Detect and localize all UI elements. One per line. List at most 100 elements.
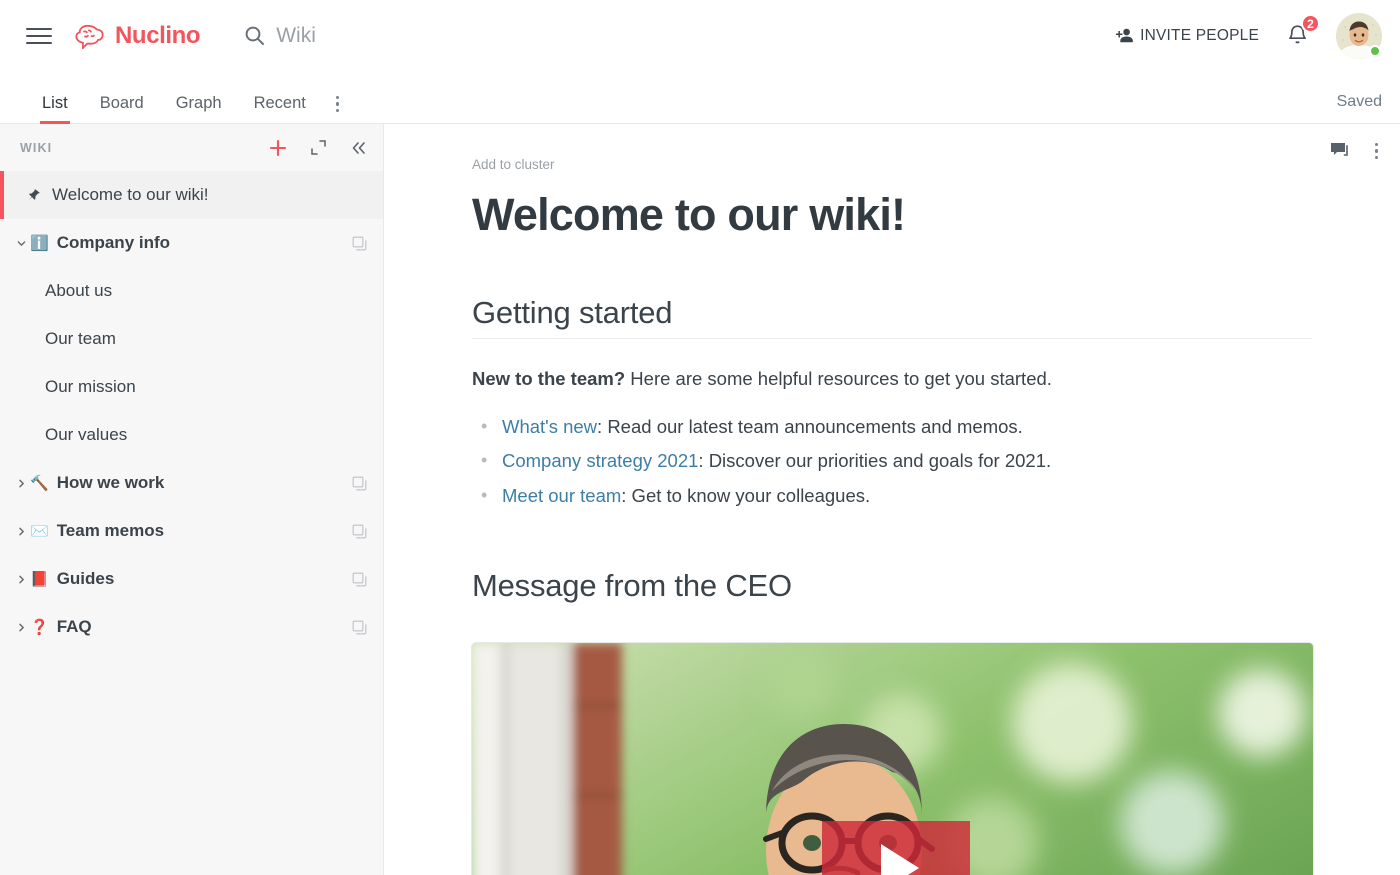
cluster-icon [352, 620, 367, 635]
sidebar-item-label: Our values [45, 425, 128, 444]
tab-board-label: Board [99, 93, 144, 112]
sidebar-item-label: About us [45, 281, 113, 300]
hamburger-bar [26, 34, 52, 37]
sidebar-cluster-label: Team memos [56, 521, 165, 540]
sidebar-item-welcome-to-our-wiki[interactable]: Welcome to our wiki! [0, 171, 383, 219]
top-bar-actions: INVITE PEOPLE 2 [1115, 12, 1382, 59]
hamburger-icon[interactable] [26, 23, 52, 49]
online-status-indicator [1369, 44, 1381, 57]
chevron-right-icon[interactable] [14, 622, 28, 633]
avatar[interactable] [1336, 12, 1382, 59]
brand-logo-link[interactable]: Nuclino [74, 21, 201, 50]
sidebar-cluster-label: How we work [56, 473, 165, 492]
getting-started-intro: New to the team? Here are some helpful r… [472, 365, 1312, 393]
sidebar-cluster-faq[interactable]: ❓ FAQ [0, 603, 383, 651]
sidebar-cluster-label: Guides [56, 569, 115, 588]
tab-list[interactable]: List [26, 93, 84, 124]
chevron-down-icon[interactable] [14, 238, 28, 249]
heading-getting-started: Getting started [472, 295, 1312, 339]
info-emoji-icon: ℹ️ [30, 234, 49, 252]
list-item: Company strategy 2021: Discover our prio… [472, 444, 1312, 478]
sidebar-cluster-how-we-work[interactable]: 🔨 How we work [0, 459, 383, 507]
sidebar: WIKI Welcome to our wiki! ℹ️ Company inf… [0, 124, 384, 875]
view-more-options-button[interactable] [322, 95, 354, 124]
closed-book-emoji-icon: 📕 [30, 570, 49, 588]
sidebar-header: WIKI [0, 124, 383, 171]
brand-name: Nuclino [115, 21, 201, 49]
intro-bold-text: New to the team? [472, 367, 626, 389]
collapse-sidebar-button[interactable] [347, 137, 369, 159]
chevron-right-icon[interactable] [14, 526, 28, 537]
tab-graph[interactable]: Graph [160, 93, 238, 124]
sidebar-item-label: Our mission [45, 377, 136, 396]
add-person-icon [1115, 27, 1134, 44]
link-company-strategy-2021[interactable]: Company strategy 2021 [502, 450, 698, 471]
sidebar-title: WIKI [20, 140, 53, 155]
cluster-icon [352, 524, 367, 539]
cluster-icon [352, 572, 367, 587]
hamburger-bar [26, 27, 52, 30]
comment-icon[interactable] [1330, 142, 1349, 160]
heading-message-from-the-ceo: Message from the CEO [472, 567, 792, 603]
tab-board[interactable]: Board [84, 93, 160, 124]
list-item: Meet our team: Get to know your colleagu… [472, 479, 1312, 513]
sidebar-cluster-label: FAQ [56, 617, 92, 636]
list-item-text: : Read our latest team announcements and… [597, 416, 1023, 438]
question-mark-emoji-icon: ❓ [30, 618, 49, 636]
expand-sidebar-button[interactable] [307, 137, 329, 159]
sidebar-header-actions [267, 137, 369, 159]
workspace: WIKI Welcome to our wiki! ℹ️ Company inf… [0, 124, 1400, 875]
tab-recent[interactable]: Recent [238, 93, 322, 124]
link-whats-new[interactable]: What's new [502, 416, 597, 437]
list-item: What's new: Read our latest team announc… [472, 410, 1312, 444]
document-toolbar [1330, 142, 1378, 160]
document-pane: Add to cluster Welcome to our wiki! Gett… [384, 124, 1400, 875]
save-status: Saved [1336, 93, 1382, 110]
sidebar-cluster-team-memos[interactable]: ✉️ Team memos [0, 507, 383, 555]
more-vertical-icon [335, 95, 340, 112]
top-bar: Nuclino Wiki INVITE PEOPLE 2 [0, 0, 1400, 71]
notification-badge: 2 [1301, 14, 1320, 33]
view-tabs: List Board Graph Recent [26, 93, 354, 124]
search-placeholder: Wiki [276, 23, 316, 47]
play-button-icon[interactable] [822, 820, 970, 875]
hammer-emoji-icon: 🔨 [30, 474, 49, 492]
resources-list: What's new: Read our latest team announc… [472, 410, 1312, 513]
sidebar-item-label: Welcome to our wiki! [52, 185, 209, 204]
hamburger-bar [26, 41, 52, 44]
tab-recent-label: Recent [253, 93, 306, 112]
search-icon [244, 25, 265, 46]
link-meet-our-team[interactable]: Meet our team [502, 485, 621, 506]
sidebar-item-label: Our team [45, 329, 116, 348]
cluster-icon [352, 476, 367, 491]
sidebar-cluster-company-info[interactable]: ℹ️ Company info [0, 219, 383, 267]
sidebar-cluster-label: Company info [56, 233, 171, 252]
sidebar-item-our-values[interactable]: Our values [0, 411, 383, 459]
chevron-right-icon[interactable] [14, 574, 28, 585]
tab-list-label: List [42, 93, 68, 112]
pin-icon [26, 188, 41, 203]
chevron-right-icon[interactable] [14, 478, 28, 489]
cluster-icon [352, 236, 367, 251]
sidebar-cluster-guides[interactable]: 📕 Guides [0, 555, 383, 603]
notifications-button[interactable]: 2 [1285, 14, 1320, 49]
page-title[interactable]: Welcome to our wiki! [472, 190, 1312, 240]
document-body: Add to cluster Welcome to our wiki! Gett… [384, 124, 1400, 875]
sidebar-item-about-us[interactable]: About us [0, 267, 383, 315]
document-menu-button[interactable] [1374, 142, 1378, 160]
sidebar-item-our-team[interactable]: Our team [0, 315, 383, 363]
nuclino-brain-icon [74, 23, 106, 50]
sidebar-item-our-mission[interactable]: Our mission [0, 363, 383, 411]
intro-rest-text: Here are some helpful resources to get y… [625, 367, 1052, 389]
search-input[interactable]: Wiki [244, 24, 316, 48]
tab-graph-label: Graph [175, 93, 222, 112]
list-item-text: : Get to know your colleagues. [621, 484, 871, 506]
ceo-video-embed[interactable] [472, 642, 1313, 875]
play-triangle [881, 843, 919, 875]
invite-people-label: INVITE PEOPLE [1140, 26, 1259, 44]
add-to-cluster-link[interactable]: Add to cluster [472, 124, 555, 172]
envelope-emoji-icon: ✉️ [30, 522, 49, 540]
invite-people-button[interactable]: INVITE PEOPLE [1115, 27, 1259, 45]
add-item-button[interactable] [267, 137, 289, 159]
view-tab-bar: List Board Graph Recent Saved [0, 71, 1400, 124]
